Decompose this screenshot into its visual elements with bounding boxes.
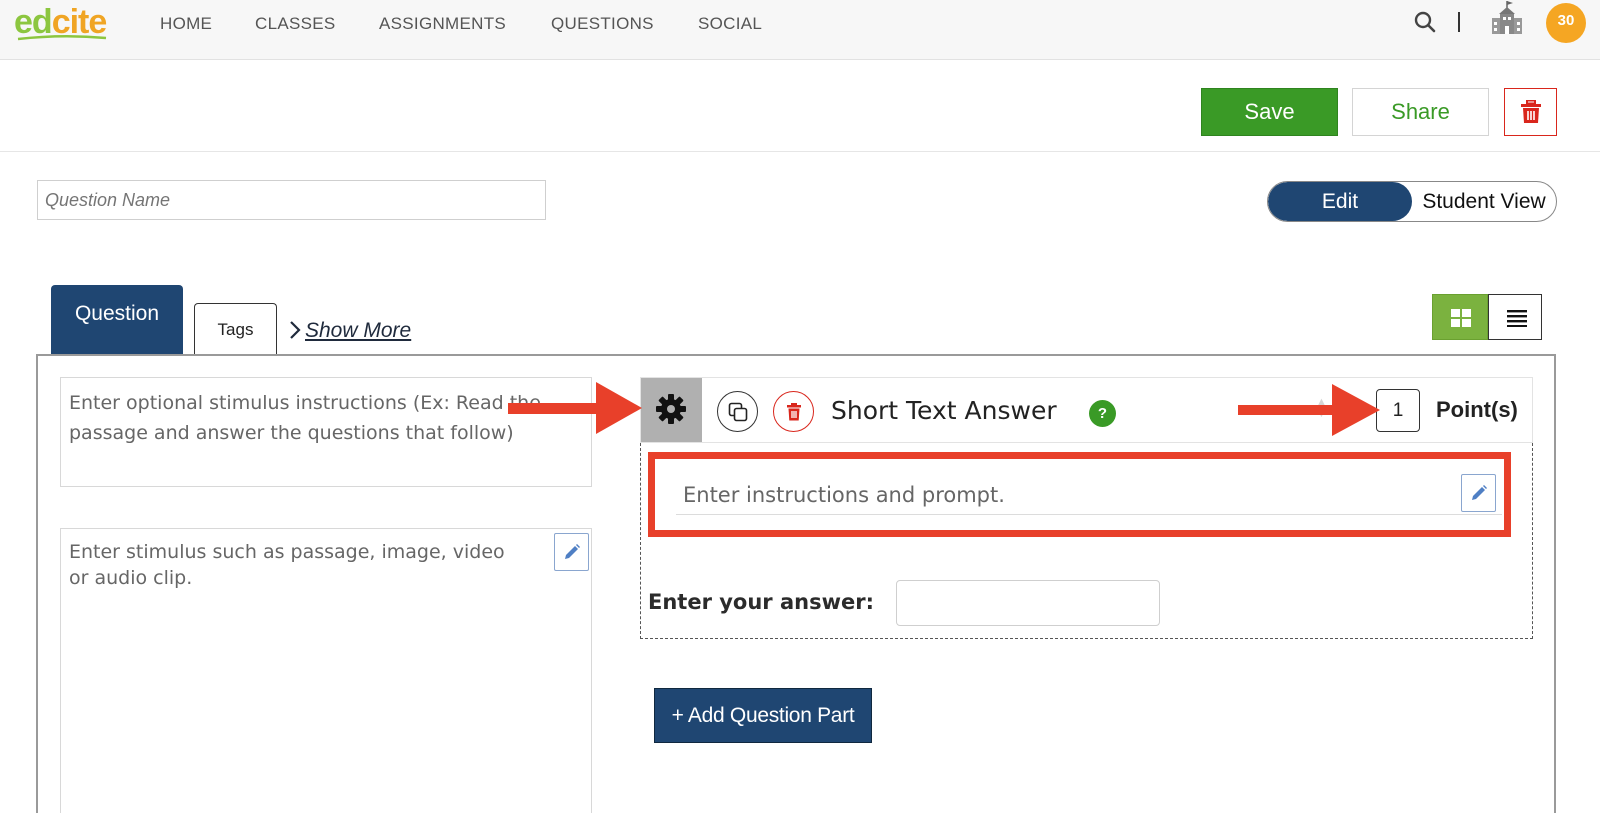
grid-icon — [1451, 309, 1471, 327]
list-icon — [1507, 310, 1527, 327]
list-view-button[interactable] — [1488, 294, 1542, 340]
pencil-icon — [1472, 485, 1487, 500]
student-view-button[interactable]: Student View — [1412, 182, 1556, 221]
nav-questions[interactable]: QUESTIONS — [551, 14, 654, 34]
show-more-label: Show More — [305, 319, 412, 342]
help-icon[interactable]: ? — [1089, 400, 1116, 427]
question-type-label: Short Text Answer — [831, 396, 1057, 425]
duplicate-part-button[interactable] — [717, 391, 758, 432]
nav-assignments[interactable]: ASSIGNMENTS — [379, 14, 506, 34]
edit-mode-button[interactable]: Edit — [1268, 182, 1412, 221]
question-name-input[interactable] — [37, 180, 546, 220]
grid-view-button[interactable] — [1432, 294, 1488, 340]
logo-swoosh-icon — [17, 34, 107, 41]
show-more-link[interactable]: Show More — [289, 318, 411, 344]
tab-tags[interactable]: Tags — [194, 303, 277, 355]
delete-question-button[interactable] — [1504, 88, 1557, 136]
nav-social[interactable]: SOCIAL — [698, 14, 762, 34]
chevron-right-icon — [290, 321, 301, 339]
copy-icon — [728, 402, 748, 422]
trash-icon — [787, 403, 801, 421]
trash-icon — [1521, 100, 1541, 123]
save-button[interactable]: Save — [1201, 88, 1338, 136]
settings-button[interactable] — [641, 378, 702, 442]
nav-home[interactable]: HOME — [160, 14, 212, 34]
spinner-arrows-icon: ▲ ▼ — [1316, 396, 1327, 420]
delete-part-button[interactable] — [773, 391, 814, 432]
edit-prompt-button[interactable] — [1461, 474, 1496, 512]
search-icon[interactable] — [1413, 10, 1437, 34]
pencil-icon — [565, 544, 580, 559]
prompt-placeholder: Enter instructions and prompt. — [683, 483, 1005, 507]
answer-label: Enter your answer: — [648, 590, 874, 614]
avatar-badge[interactable]: 30 — [1546, 3, 1586, 43]
answer-input[interactable] — [896, 580, 1160, 626]
stimulus-content-placeholder: Enter stimulus such as passage, image, v… — [69, 541, 505, 589]
share-button[interactable]: Share — [1352, 88, 1489, 136]
points-input[interactable]: 1 — [1376, 389, 1420, 432]
nav-divider — [1458, 12, 1460, 32]
edit-stimulus-button[interactable] — [554, 533, 589, 571]
add-question-part-button[interactable]: + Add Question Part — [654, 688, 872, 743]
tab-question[interactable]: Question — [51, 285, 183, 355]
stimulus-content-field[interactable]: Enter stimulus such as passage, image, v… — [60, 528, 592, 813]
school-icon[interactable] — [1490, 0, 1524, 36]
gear-icon — [656, 394, 686, 424]
stimulus-instructions-placeholder: Enter optional stimulus instructions (Ex… — [69, 392, 541, 444]
top-nav: edcite HOME CLASSES ASSIGNMENTS QUESTION… — [0, 0, 1600, 60]
page: edcite HOME CLASSES ASSIGNMENTS QUESTION… — [0, 0, 1600, 813]
nav-classes[interactable]: CLASSES — [255, 14, 336, 34]
stimulus-instructions-field[interactable]: Enter optional stimulus instructions (Ex… — [60, 377, 592, 487]
view-toggle: Edit Student View — [1267, 181, 1557, 222]
points-label: Point(s) — [1436, 397, 1518, 422]
